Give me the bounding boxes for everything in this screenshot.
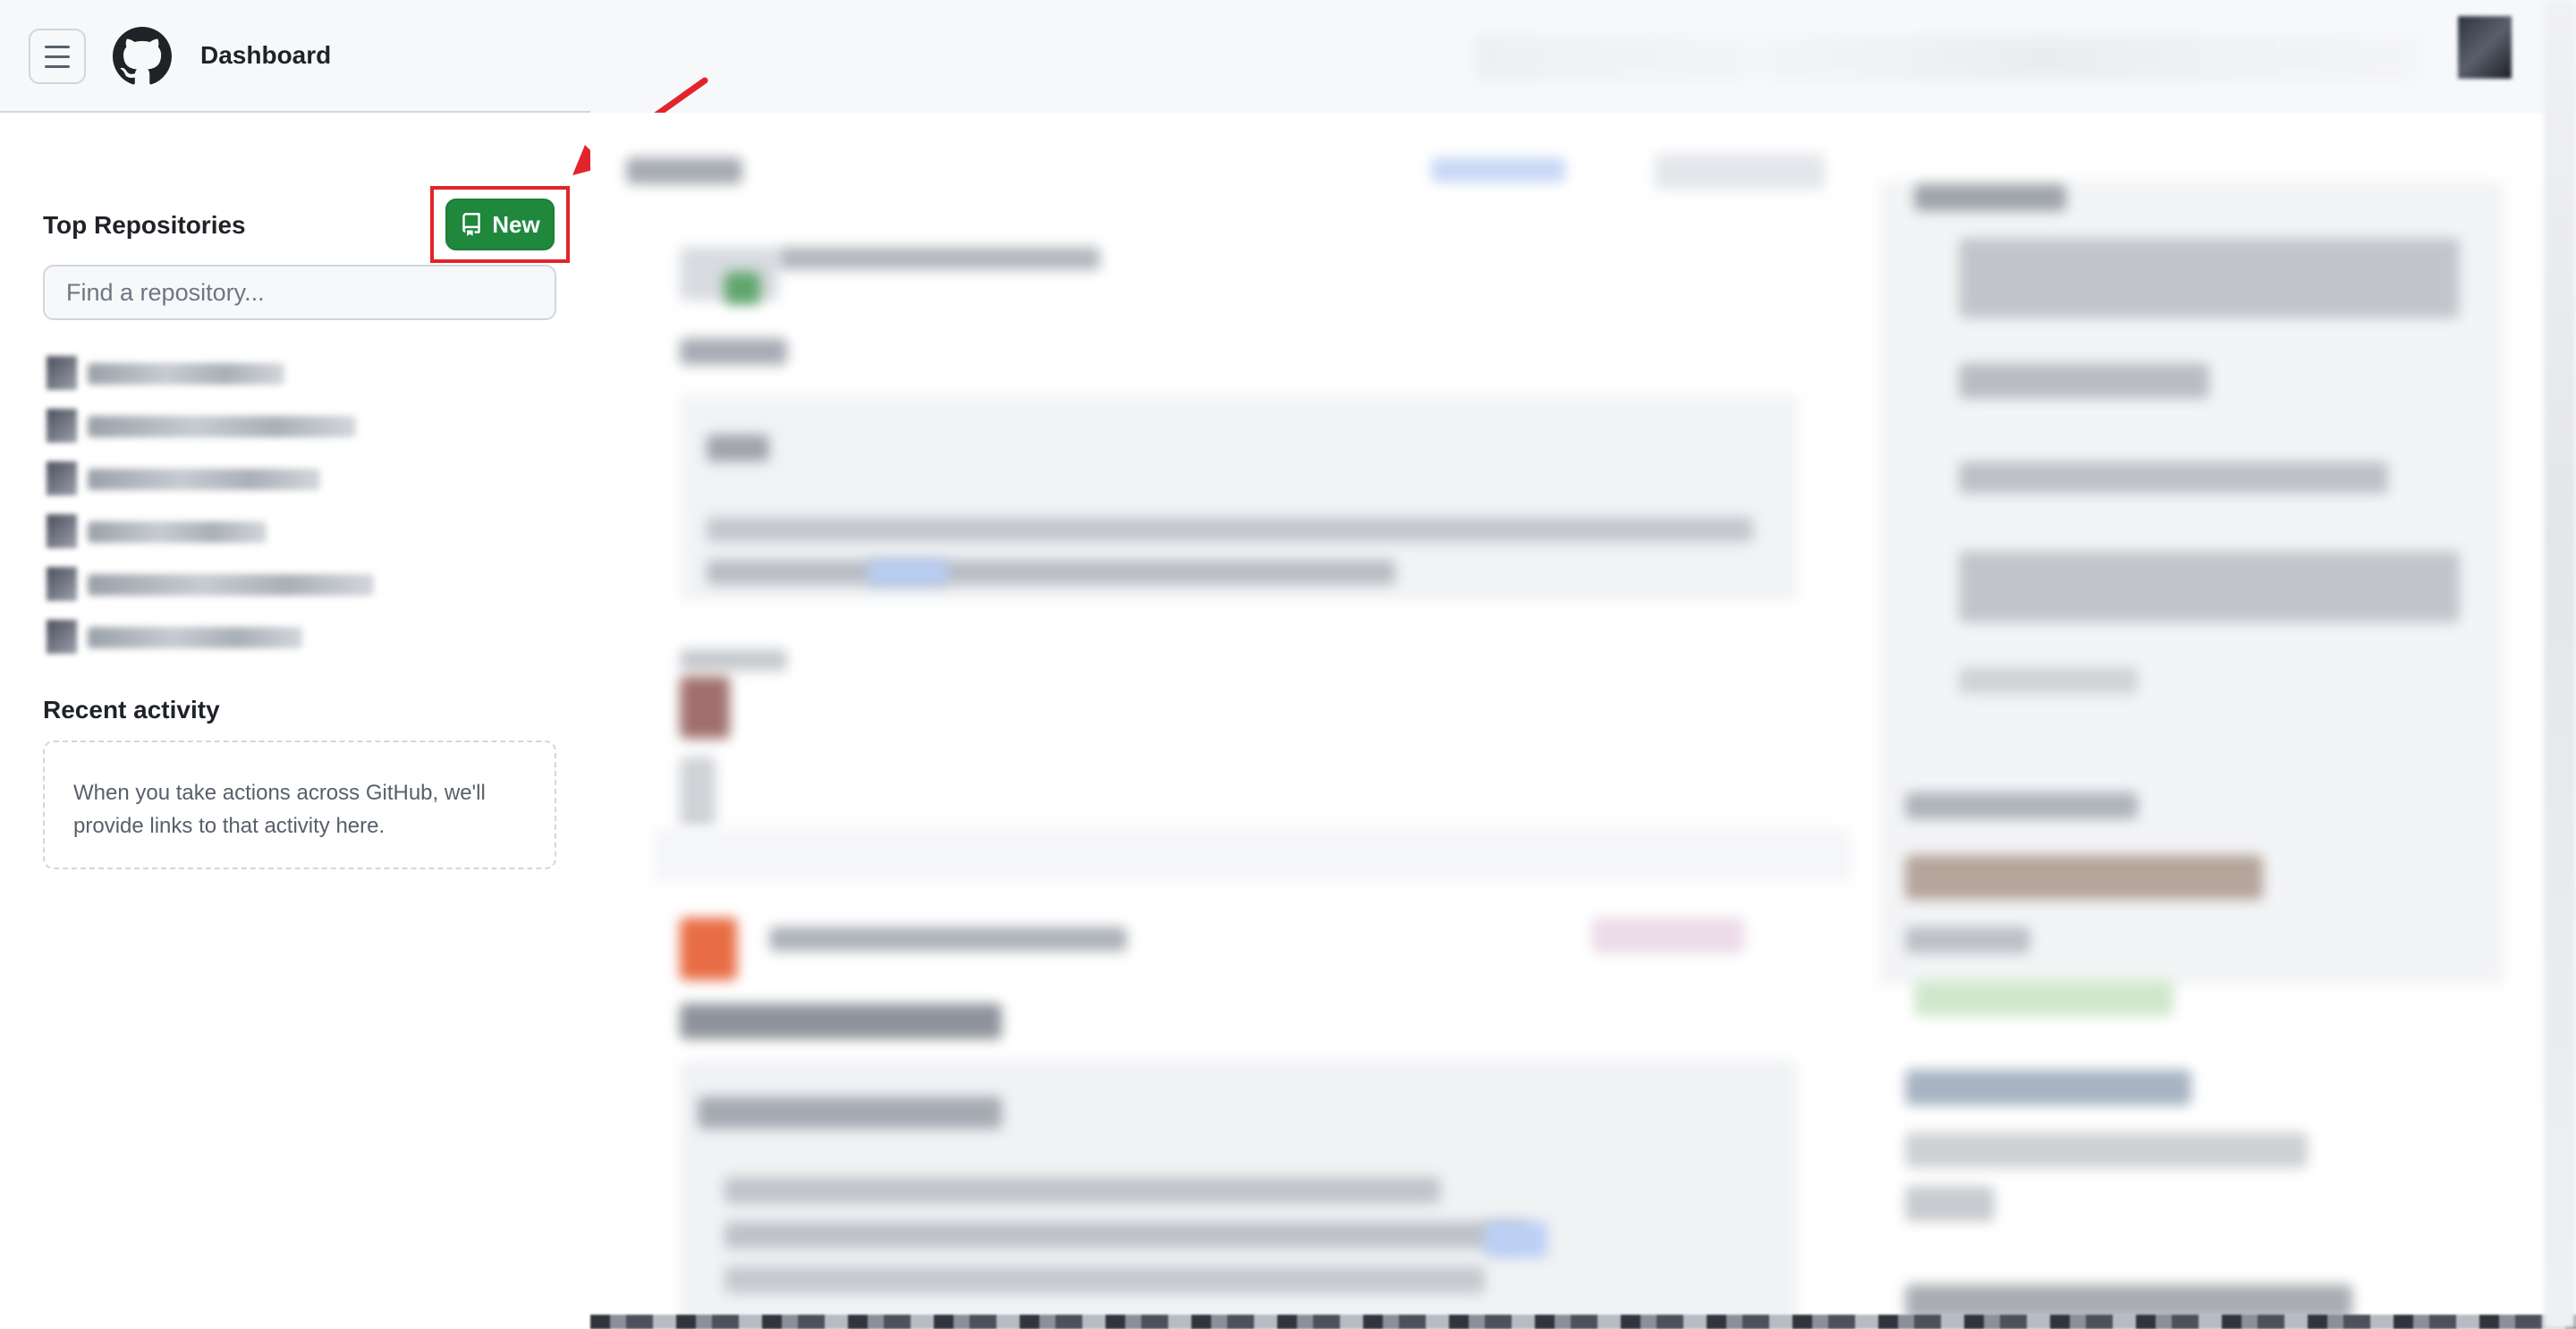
hamburger-menu-button[interactable] bbox=[29, 29, 86, 84]
recent-activity-heading: Recent activity bbox=[43, 696, 220, 724]
repo-owner-avatar bbox=[47, 409, 77, 443]
list-item[interactable] bbox=[32, 400, 408, 453]
repo-link-blurred[interactable] bbox=[88, 363, 284, 385]
repo-icon bbox=[462, 213, 481, 236]
page-title: Dashboard bbox=[200, 41, 332, 69]
find-repository-input[interactable] bbox=[43, 265, 556, 320]
repo-owner-avatar bbox=[47, 461, 77, 495]
repo-owner-avatar bbox=[47, 514, 77, 548]
list-item[interactable] bbox=[32, 611, 408, 664]
repo-link-blurred[interactable] bbox=[88, 416, 356, 437]
main-feed-blurred bbox=[590, 113, 2576, 1329]
list-item[interactable] bbox=[32, 558, 408, 611]
repo-link-blurred[interactable] bbox=[88, 521, 267, 543]
list-item[interactable] bbox=[32, 453, 408, 505]
bottom-content-blurred bbox=[590, 1315, 2576, 1329]
repo-owner-avatar bbox=[47, 356, 77, 390]
repo-link-blurred[interactable] bbox=[88, 469, 320, 490]
dashboard-sidebar: Top Repositories New Find a repository..… bbox=[0, 113, 590, 1329]
hamburger-menu-icon bbox=[45, 45, 70, 48]
new-button-label: New bbox=[492, 210, 540, 238]
repo-owner-avatar bbox=[47, 567, 77, 601]
header-left-section: Dashboard bbox=[0, 0, 590, 113]
new-repository-button[interactable]: New bbox=[445, 199, 555, 250]
repository-list bbox=[32, 347, 408, 664]
github-logo-icon[interactable] bbox=[113, 27, 172, 86]
scrollbar[interactable] bbox=[2544, 0, 2576, 1329]
user-avatar[interactable] bbox=[2458, 16, 2512, 79]
header-search-area-blurred bbox=[1476, 36, 2424, 80]
list-item[interactable] bbox=[32, 347, 408, 400]
list-item[interactable] bbox=[32, 505, 408, 558]
repo-link-blurred[interactable] bbox=[88, 574, 374, 596]
top-repositories-heading: Top Repositories bbox=[43, 211, 246, 239]
repo-link-blurred[interactable] bbox=[88, 627, 302, 648]
recent-activity-empty-state: When you take actions across GitHub, we'… bbox=[43, 741, 556, 869]
top-header: Dashboard bbox=[0, 0, 2576, 113]
repo-owner-avatar bbox=[47, 620, 77, 654]
